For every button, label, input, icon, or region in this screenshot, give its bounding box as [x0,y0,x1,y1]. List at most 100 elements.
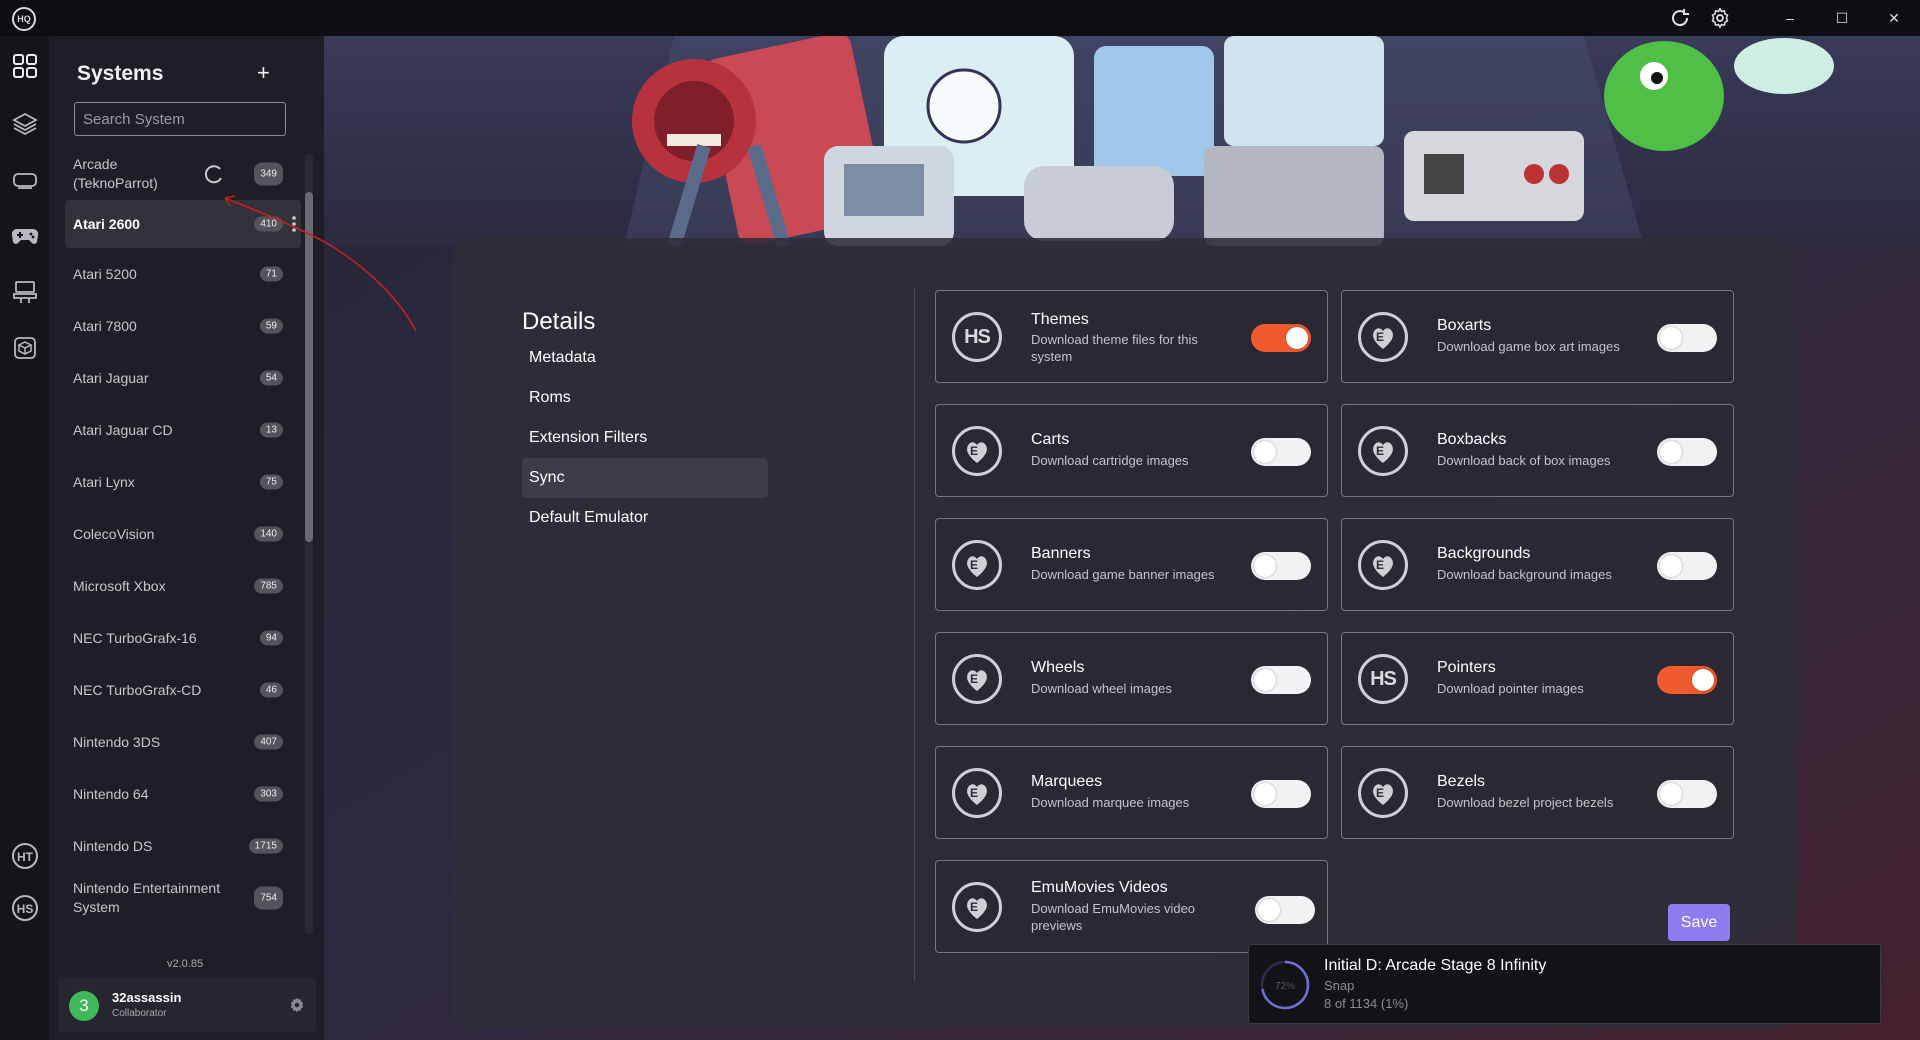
panel-divider [914,288,915,982]
card-title: Backgrounds [1437,545,1531,562]
card-title: Banners [1031,545,1091,562]
wheels-toggle[interactable] [1251,666,1311,694]
system-item-nec-turbografx-cd[interactable]: NEC TurboGrafx-CD 46 [65,664,301,716]
system-item-atari-lynx[interactable]: Atari Lynx 75 [65,456,301,508]
details-nav: Metadata Roms Extension Filters Sync Def… [522,338,768,538]
bezels-toggle[interactable] [1657,780,1717,808]
sync-card-boxarts: E Boxarts Download game box art images [1341,290,1734,383]
arcade-cabinet-icon[interactable] [11,278,39,306]
console-icon[interactable] [11,166,39,194]
card-title: Boxarts [1437,317,1492,334]
user-role: Collaborator [112,1008,167,1019]
maximize-button[interactable]: ☐ [1816,0,1868,36]
system-count-badge: 46 [259,682,283,698]
system-item-microsoft-xbox[interactable]: Microsoft Xbox 785 [65,560,301,612]
emumovies-icon: E [952,654,1002,704]
boxarts-toggle[interactable] [1657,324,1717,352]
system-count-badge: 785 [254,578,283,594]
add-system-button[interactable]: + [257,60,270,86]
system-item-atari-5200[interactable]: Atari 5200 71 [65,248,301,300]
scrollbar-thumb[interactable] [305,192,313,542]
system-item-atari-2600[interactable]: Atari 2600 410 [65,200,301,248]
user-card[interactable]: 3 32assassin Collaborator [58,978,316,1032]
carts-toggle[interactable] [1251,438,1311,466]
card-title: Boxbacks [1437,431,1507,448]
system-item-atari-7800[interactable]: Atari 7800 59 [65,300,301,352]
emumovies-icon: E [952,882,1002,932]
system-name: Atari Jaguar CD [73,422,173,438]
system-item-nintendo-entertainment-system[interactable]: Nintendo Entertainment System 754 [65,872,301,924]
system-count-badge: 71 [259,266,283,282]
banners-toggle[interactable] [1251,552,1311,580]
sync-card-banners: E Banners Download game banner images [935,518,1328,611]
nav-item-roms[interactable]: Roms [522,378,768,418]
emumovies-icon: E [952,540,1002,590]
system-count-badge: 410 [254,216,283,232]
system-item-nintendo-64[interactable]: Nintendo 64 303 [65,768,301,820]
download-progress-toast[interactable]: 72% Initial D: Arcade Stage 8 Infinity S… [1248,944,1881,1024]
system-item-colecovision[interactable]: ColecoVision 140 [65,508,301,560]
system-item-arcade-teknoparrot[interactable]: Arcade (TeknoParrot) 349 [65,148,301,200]
systems-grid-icon[interactable] [11,52,39,80]
svg-text:E: E [1376,786,1384,800]
save-button[interactable]: Save [1668,904,1730,941]
svg-text:E: E [970,558,978,572]
system-item-nintendo-ds[interactable]: Nintendo DS 1715 [65,820,301,872]
nav-item-extension-filters[interactable]: Extension Filters [522,418,768,458]
close-button[interactable]: ✕ [1868,0,1920,36]
nav-item-metadata[interactable]: Metadata [522,338,768,378]
layers-icon[interactable] [11,110,39,138]
app-logo-text: HQ [17,14,31,24]
title-bar-controls: – ☐ ✕ [1666,0,1920,36]
hyperhq-logo-icon[interactable]: HT [11,842,39,870]
themes-toggle[interactable] [1251,324,1311,352]
system-name: NEC TurboGrafx-CD [73,682,202,698]
svg-text:HT: HT [17,850,34,864]
systems-scrollbar[interactable] [305,154,313,934]
svg-text:E: E [1376,444,1384,458]
svg-text:E: E [970,786,978,800]
sync-card-bezels: E Bezels Download bezel project bezels [1341,746,1734,839]
svg-text:E: E [1376,558,1384,572]
gamepad-icon[interactable] [11,222,39,250]
pointers-toggle[interactable] [1657,666,1717,694]
sync-status-icon[interactable] [1666,4,1694,32]
system-item-nec-turbografx-16[interactable]: NEC TurboGrafx-16 94 [65,612,301,664]
nav-item-sync[interactable]: Sync [522,458,768,498]
package-box-icon[interactable] [11,334,39,362]
card-description: Download game banner images [1031,567,1215,582]
card-title: Themes [1031,311,1089,328]
sync-card-pointers: HS Pointers Download pointer images [1341,632,1734,725]
toast-asset-type: Snap [1324,978,1355,993]
emumovies-videos-toggle[interactable] [1255,896,1315,924]
hyperspin-logo-icon[interactable]: HS [11,894,39,922]
card-description: Download bezel project bezels [1437,795,1614,810]
system-name: ColecoVision [73,526,155,542]
system-name: Microsoft Xbox [73,578,166,594]
system-item-atari-jaguar[interactable]: Atari Jaguar 54 [65,352,301,404]
system-banner-artwork [324,36,1920,246]
settings-gear-icon[interactable] [1706,4,1734,32]
system-name: Atari 7800 [73,318,137,334]
system-count-badge: 754 [254,886,283,910]
nav-item-default-emulator[interactable]: Default Emulator [522,498,768,538]
search-system-input[interactable] [74,102,286,136]
system-name: Nintendo Entertainment System [73,880,221,915]
app-version: v2.0.85 [167,958,204,970]
more-options-icon[interactable] [291,214,297,234]
minimize-button[interactable]: – [1764,0,1816,36]
sync-card-carts: E Carts Download cartridge images [935,404,1328,497]
system-item-nintendo-3ds[interactable]: Nintendo 3DS 407 [65,716,301,768]
main-content: Details Metadata Roms Extension Filters … [324,36,1920,1040]
system-count-badge: 94 [259,630,283,646]
boxbacks-toggle[interactable] [1657,438,1717,466]
backgrounds-toggle[interactable] [1657,552,1717,580]
toggle-knob [1254,555,1276,577]
user-settings-gear-icon[interactable] [288,996,306,1014]
marquees-toggle[interactable] [1251,780,1311,808]
toggle-knob [1286,327,1308,349]
system-item-atari-jaguar-cd[interactable]: Atari Jaguar CD 13 [65,404,301,456]
card-description: Download background images [1437,567,1612,582]
card-description: Download back of box images [1437,453,1611,468]
card-description: Download wheel images [1031,681,1172,696]
